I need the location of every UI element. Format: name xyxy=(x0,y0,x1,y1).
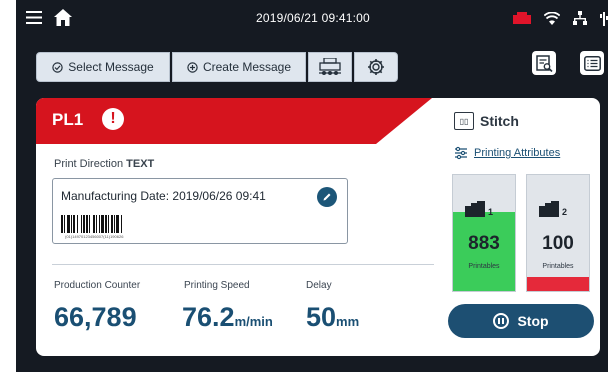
network-icon xyxy=(573,11,587,25)
delay-number: 50 xyxy=(306,302,337,332)
printer-queue-button[interactable] xyxy=(308,52,352,82)
settings-gear-icon xyxy=(368,59,384,75)
printing-speed-number: 76.2 xyxy=(182,302,235,332)
select-message-button[interactable]: Select Message xyxy=(36,52,170,82)
printer-name: PL1 xyxy=(52,110,84,129)
device-screen: 2019/06/21 09:41:00 Select Message Creat… xyxy=(16,0,608,372)
production-counter-label: Production Counter xyxy=(54,280,141,291)
plus-circle-icon xyxy=(187,61,198,73)
barcode-text: (01)14970123456007(11)190626 xyxy=(65,234,124,239)
usb-icon xyxy=(600,12,608,26)
stitch-icon: ▯▯ xyxy=(454,112,474,130)
edit-message-button[interactable] xyxy=(317,187,337,207)
cartridge-2-number: 2 xyxy=(562,207,568,217)
stop-label: Stop xyxy=(517,313,549,329)
stitch-label: Stitch xyxy=(480,113,519,129)
home-icon[interactable] xyxy=(54,9,72,26)
barcode xyxy=(61,215,181,233)
wifi-icon xyxy=(544,11,560,25)
list-menu-button[interactable] xyxy=(580,51,604,75)
create-message-label: Create Message xyxy=(202,60,292,74)
printer-header xyxy=(36,98,432,144)
pause-icon xyxy=(493,313,510,329)
pencil-icon xyxy=(323,193,331,201)
cartridge-icon xyxy=(539,201,559,217)
production-counter-value: 66,789 xyxy=(54,302,137,333)
status-bar: 2019/06/21 09:41:00 xyxy=(16,0,608,36)
print-direction-label: Print Direction xyxy=(54,158,124,170)
printer-card: PL1 ! Print Direction TEXT Manufacturing… xyxy=(36,98,600,356)
create-message-button[interactable]: Create Message xyxy=(172,52,306,82)
message-preview-button[interactable] xyxy=(532,51,556,75)
delay-label: Delay xyxy=(306,280,332,291)
alert-icon[interactable]: ! xyxy=(102,108,124,130)
delay-value: 50mm xyxy=(306,302,359,333)
print-direction: Print Direction TEXT xyxy=(54,158,154,170)
printing-speed-value: 76.2m/min xyxy=(182,302,273,333)
print-direction-value: TEXT xyxy=(126,158,155,170)
check-circle-icon xyxy=(52,61,63,73)
cartridge-1-count: 883 xyxy=(468,233,500,254)
cartridge-icon xyxy=(465,201,485,217)
message-text: Manufacturing Date: 2019/06/26 09:41 xyxy=(61,189,266,203)
divider xyxy=(52,264,434,265)
settings-button[interactable] xyxy=(354,52,398,82)
cartridge-1[interactable]: 1 883 Printables xyxy=(452,174,516,292)
cartridge-2-level xyxy=(527,277,589,291)
printer-status-icon xyxy=(513,12,531,24)
list-menu-icon xyxy=(583,55,601,71)
select-message-label: Select Message xyxy=(68,60,154,74)
printing-speed-label: Printing Speed xyxy=(184,280,250,291)
printer-queue-icon xyxy=(319,58,341,75)
cartridge-1-sub: Printables xyxy=(468,263,500,270)
status-icons xyxy=(513,10,608,26)
message-preview-icon xyxy=(535,54,553,72)
cartridge-2-sub: Printables xyxy=(542,263,574,270)
barcode-bar xyxy=(122,215,123,233)
stop-button[interactable]: Stop xyxy=(448,304,594,338)
message-preview[interactable]: Manufacturing Date: 2019/06/26 09:41 (01… xyxy=(52,178,348,244)
cartridge-1-number: 1 xyxy=(488,207,494,217)
toolbar: Select Message Create Message xyxy=(36,52,398,82)
printing-attributes-link[interactable]: Printing Attributes xyxy=(474,147,560,159)
production-counter-number: 66,789 xyxy=(54,302,137,332)
cartridge-2[interactable]: 2 100 Printables xyxy=(526,174,590,292)
printing-attributes-icon xyxy=(455,146,467,160)
delay-unit: mm xyxy=(336,314,360,329)
printing-speed-unit: m/min xyxy=(234,314,273,329)
cartridge-2-count: 100 xyxy=(542,233,574,254)
status-datetime: 2019/06/21 09:41:00 xyxy=(256,11,370,25)
menu-icon[interactable] xyxy=(26,11,42,24)
